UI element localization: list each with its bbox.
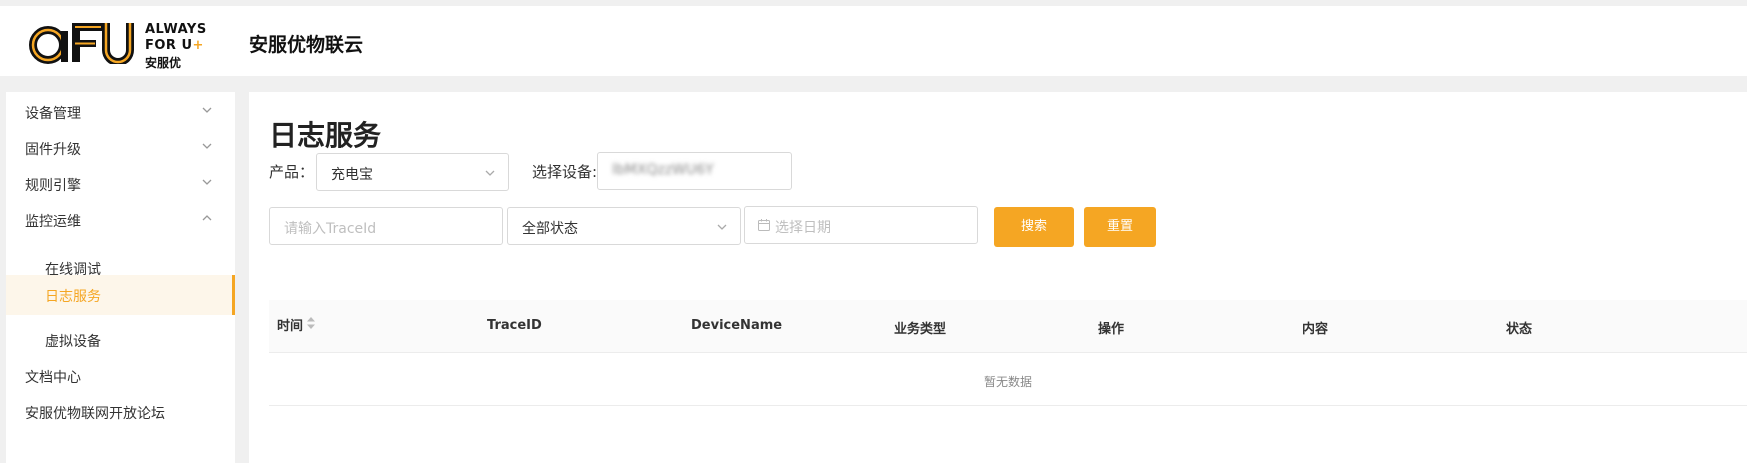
sidebar-item-label: 规则引擎 (25, 178, 81, 194)
logo-text-cn: 安服优 (145, 56, 182, 70)
column-header-time[interactable]: 时间 (277, 315, 303, 334)
sidebar-item-label: 固件升级 (25, 142, 81, 158)
sort-icon[interactable] (306, 316, 316, 330)
page-title: 日志服务 (269, 119, 382, 152)
traceid-input-placeholder: 请输入TraceId (284, 221, 377, 237)
sidebar-item-label: 文档中心 (25, 370, 81, 386)
date-picker-placeholder: 选择日期 (775, 220, 831, 236)
calendar-icon (758, 219, 770, 231)
traceid-input[interactable]: 请输入TraceId (269, 207, 503, 245)
empty-state-text: 暂无数据 (983, 375, 1032, 389)
chevron-down-icon (202, 107, 212, 113)
search-button[interactable]: 搜索 (994, 207, 1074, 247)
column-header-content: 内容 (1302, 322, 1329, 337)
sidebar-item-label: 虚拟设备 (45, 334, 101, 350)
sidebar-item-label: 日志服务 (45, 289, 101, 305)
reset-button[interactable]: 重置 (1084, 207, 1156, 247)
date-picker[interactable]: 选择日期 (744, 206, 978, 244)
sidebar-item-docs-center[interactable]: 文档中心 (6, 356, 235, 396)
device-label: 选择设备: (532, 163, 598, 181)
status-select[interactable]: 全部状态 (507, 207, 741, 245)
chevron-down-icon (202, 179, 212, 185)
top-header: ALWAYS FOR U+ 安服优 安服优物联云 (0, 6, 1747, 76)
column-header-status: 状态 (1506, 322, 1533, 337)
sidebar-item-firmware-upgrade[interactable]: 固件升级 (6, 128, 235, 168)
column-header-devicename: DeviceName (691, 318, 783, 333)
table-header: 时间 TraceID DeviceName 业务类型 操作 内容 状态 (269, 300, 1747, 353)
chevron-down-icon (485, 170, 495, 176)
sidebar-item-log-service[interactable]: 日志服务 (6, 275, 235, 315)
logo-text-always: ALWAYS (145, 22, 207, 37)
product-select-value: 充电宝 (331, 167, 373, 183)
sidebar-item-label: 监控运维 (25, 214, 81, 230)
product-label: 产品： (269, 163, 315, 181)
afu-logo-mark (29, 23, 134, 64)
table-body: 暂无数据 (269, 353, 1747, 406)
sidebar-item-virtual-device[interactable]: 虚拟设备 (6, 320, 235, 360)
sidebar-item-label: 安服优物联网开放论坛 (25, 406, 165, 422)
logo-text-foru: FOR U+ (145, 38, 204, 53)
column-header-business-type: 业务类型 (894, 322, 947, 337)
sidebar-nav: 设备管理 固件升级 规则引擎 监控运维 在线调试 日志服务 虚拟设备 文档中心 … (6, 92, 235, 463)
product-select[interactable]: 充电宝 (316, 153, 509, 191)
sidebar-item-forum[interactable]: 安服优物联网开放论坛 (6, 392, 235, 432)
device-select-value: lbMXQzzWU6Y (612, 162, 714, 178)
sidebar-item-label: 设备管理 (25, 106, 81, 122)
column-header-traceid: TraceID (487, 318, 542, 333)
chevron-down-icon (717, 224, 727, 230)
main-content: 日志服务 产品： 充电宝 选择设备: lbMXQzzWU6Y 请输入TraceI… (249, 92, 1747, 463)
sidebar-item-rule-engine[interactable]: 规则引擎 (6, 164, 235, 204)
status-select-value: 全部状态 (522, 221, 578, 237)
afu-logo[interactable]: ALWAYS FOR U+ 安服优 (28, 20, 218, 70)
device-select[interactable]: lbMXQzzWU6Y (597, 152, 792, 190)
chevron-down-icon (202, 143, 212, 149)
chevron-up-icon (202, 215, 212, 221)
sidebar-item-monitoring-ops[interactable]: 监控运维 (6, 200, 235, 240)
sidebar-item-device-management[interactable]: 设备管理 (6, 92, 235, 132)
column-header-operation: 操作 (1098, 322, 1125, 337)
site-title: 安服优物联云 (249, 34, 364, 56)
